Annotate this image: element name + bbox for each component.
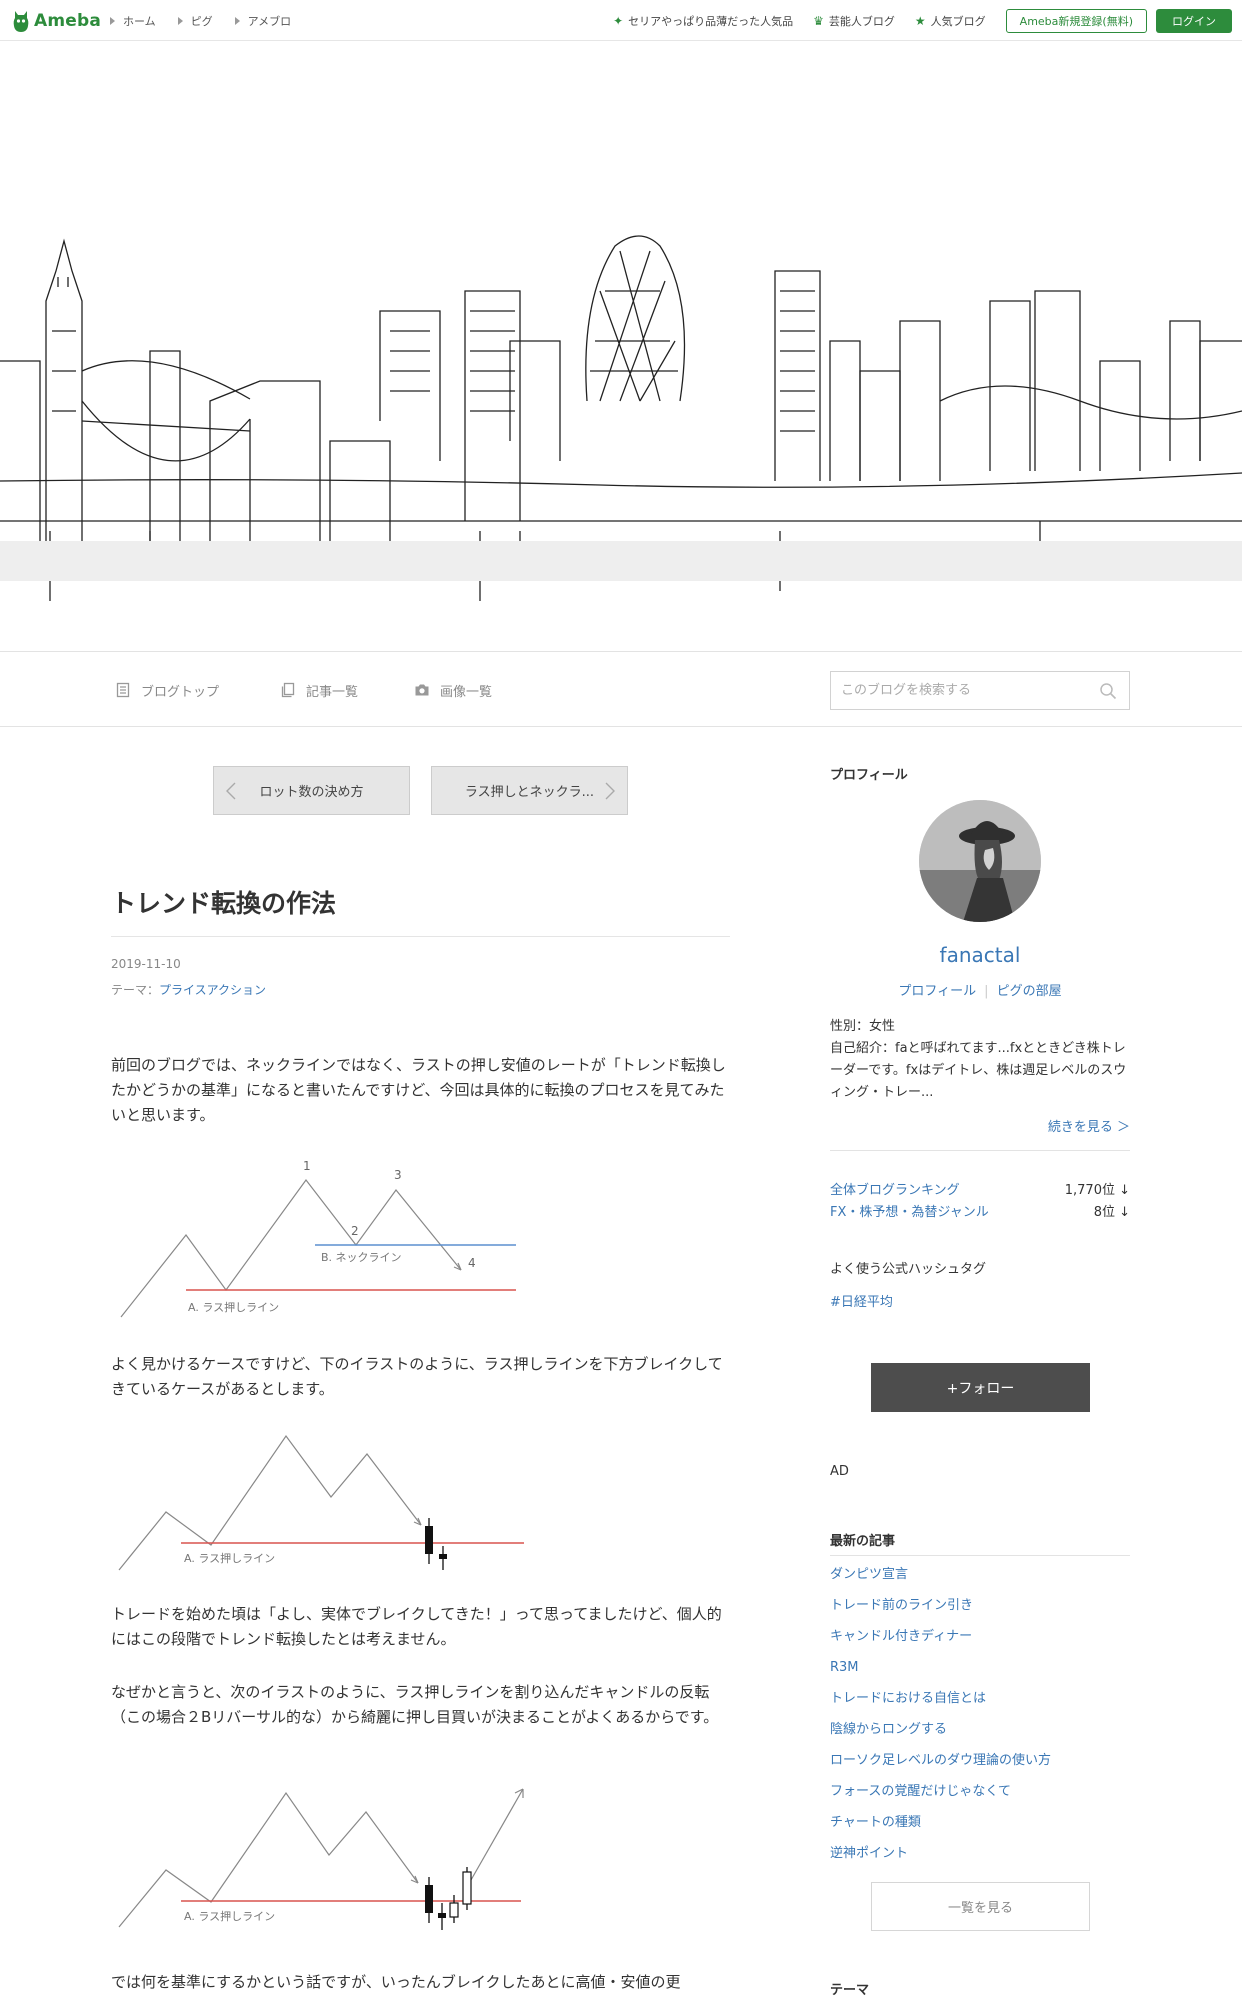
ranking-value: 8位 ↓ (1093, 1205, 1130, 1220)
wave-label-3: 3 (394, 1168, 402, 1182)
trend-diagram-3: A. ラス押しライン (118, 1788, 524, 1930)
caret-right-icon (234, 16, 240, 25)
popular-blog-link[interactable]: ★ 人気ブログ (915, 13, 986, 29)
profile-intro: 自己紹介：faと呼ばれてます...fxとときどき株トレーダーです。fxはデイトレ… (830, 1041, 1127, 1100)
ranking-name[interactable]: FX・株予想・為替ジャンル (830, 1201, 989, 1220)
article-paragraph: トレードを始めた頃は「よし、実体でブレイクしてきた！」って思ってましたけど、個人… (111, 1605, 722, 1648)
ameba-logo[interactable]: Ameba (12, 8, 101, 34)
profile-divider (830, 1150, 1130, 1151)
ad-label: AD (830, 1464, 849, 1479)
list-item[interactable]: トレードにおける自信とは (830, 1689, 1130, 1720)
profile-link[interactable]: プロフィール (898, 984, 976, 999)
profile-photo (919, 800, 1041, 922)
hashtag-link[interactable]: #日経平均 (830, 1291, 893, 1310)
camera-icon (415, 684, 429, 696)
last-low-label: A. ラス押しライン (184, 1909, 275, 1923)
see-all-button[interactable]: 一覧を見る (871, 1882, 1090, 1931)
hashtag-heading: よく使う公式ハッシュタグ (830, 1262, 987, 1277)
profile-gender: 性別：女性 (830, 1019, 896, 1034)
chevron-left-icon (226, 782, 236, 800)
article-paragraph: では何を基準にするかという話ですが、いったんブレイクしたあとに高値・安値の更 (111, 1973, 681, 1991)
profile-links: プロフィール | ピグの部屋 (898, 984, 1062, 999)
logo-text: Ameba (34, 11, 102, 31)
trending-link[interactable]: ✦ セリアやっぱり品薄だった人気品 (613, 13, 793, 29)
article-theme: テーマ：プライスアクション (111, 983, 267, 997)
recent-divider (830, 1555, 1130, 1556)
list-item[interactable]: ローソク足レベルのダウ理論の使い方 (830, 1751, 1130, 1782)
ranking-row: 全体ブログランキング 1,770位 ↓ (830, 1179, 1130, 1198)
nav-image-list[interactable]: 画像一覧 (414, 652, 492, 728)
follow-button[interactable]: +フォロー (871, 1363, 1090, 1412)
sparkle-icon: ✦ (613, 13, 624, 28)
article-paragraph: 前回のブログでは、ネックラインではなく、ラストの押し安値のレートが「トレンド転換… (111, 1056, 726, 1124)
document-icon (116, 682, 130, 698)
last-low-label: A. ラス押しライン (188, 1300, 279, 1314)
breadcrumb-pigg[interactable]: ピグ (177, 13, 213, 29)
list-item[interactable]: キャンドル付きディナー (830, 1627, 1130, 1658)
search-icon[interactable] (1099, 682, 1117, 700)
breadcrumb-home[interactable]: ホーム (110, 13, 156, 29)
copy-icon (281, 682, 295, 698)
chevron-right-icon (605, 782, 615, 800)
trend-diagram-2: A. ラス押しライン (118, 1434, 524, 1571)
trend-diagram-1: 1 2 3 4 B. ネックライン A. ラス押しライン (120, 1159, 516, 1318)
celebrity-blog-link[interactable]: ♛ 芸能人ブログ (813, 13, 895, 29)
prev-article-button[interactable]: ロット数の決め方 (213, 766, 410, 815)
title-divider (111, 936, 730, 937)
global-header: Ameba ホーム ピグ アメブロ ✦ セリアやっぱり品薄だった人気品 ♛ 芸能人ブ… (0, 0, 1242, 41)
blog-navigation: ブログトップ 記事一覧 画像一覧 (0, 651, 1242, 727)
list-item[interactable]: 逆神ポイント (830, 1844, 1130, 1875)
article-date: 2019-11-10 (111, 957, 181, 971)
article-paragraph: よく見かけるケースですけど、下のイラストのように、ラス押しラインを下方ブレイクし… (111, 1355, 723, 1398)
crown-icon: ♛ (813, 13, 824, 28)
login-button[interactable]: ログイン (1156, 8, 1232, 33)
profile-heading: プロフィール (830, 768, 908, 783)
breadcrumb: ホーム ピグ アメブロ (110, 0, 313, 41)
article-paragraph: なぜかと言うと、次のイラストのように、ラス押しラインを割り込んだキャンドルの反転… (111, 1683, 719, 1726)
breadcrumb-ameblo[interactable]: アメブロ (234, 13, 291, 29)
city-skyline-sketch (0, 235, 1242, 601)
pigg-room-link[interactable]: ピグの部屋 (997, 984, 1062, 999)
recent-articles-heading: 最新の記事 (830, 1534, 896, 1549)
ameba-mascot-icon (13, 11, 29, 32)
nav-article-list[interactable]: 記事一覧 (280, 652, 358, 728)
recent-articles-list: ダンピツ宣言 トレード前のライン引き キャンドル付きディナー R3M トレードに… (830, 1565, 1130, 1875)
list-item[interactable]: フォースの覚醒だけじゃなくて (830, 1782, 1130, 1813)
star-icon: ★ (914, 13, 926, 28)
list-item[interactable]: チャートの種類 (830, 1813, 1130, 1844)
next-article-button[interactable]: ラス押しとネックラ... (431, 766, 628, 815)
blog-search-input[interactable] (831, 672, 1081, 709)
avatar[interactable] (919, 800, 1041, 922)
blog-header-image (0, 41, 1242, 651)
blogger-name[interactable]: fanactal (830, 943, 1130, 967)
ranking-row: FX・株予想・為替ジャンル 8位 ↓ (830, 1201, 1130, 1220)
wave-label-2: 2 (351, 1224, 359, 1238)
list-item[interactable]: R3M (830, 1658, 1130, 1689)
article-title: トレンド転換の作法 (111, 889, 337, 918)
list-item[interactable]: ダンピツ宣言 (830, 1565, 1130, 1596)
caret-right-icon (177, 16, 183, 25)
ranking-value: 1,770位 ↓ (1064, 1183, 1130, 1198)
theme-heading: テーマ (830, 1983, 870, 1998)
theme-link[interactable]: プライスアクション (159, 983, 266, 997)
read-more-link[interactable]: 続きを見る ＞ (830, 1116, 1130, 1135)
nav-blog-top[interactable]: ブログトップ (115, 652, 219, 728)
last-low-label: A. ラス押しライン (184, 1551, 275, 1565)
ranking-name[interactable]: 全体ブログランキング (830, 1179, 960, 1198)
caret-right-icon (110, 16, 115, 25)
neckline-label: B. ネックライン (321, 1251, 402, 1264)
profile-summary: 性別：女性 自己紹介：faと呼ばれてます...fxとときどき株トレーダーです。f… (830, 1016, 1130, 1104)
blog-search (830, 671, 1130, 710)
list-item[interactable]: トレード前のライン引き (830, 1596, 1130, 1627)
header-links: ✦ セリアやっぱり品薄だった人気品 ♛ 芸能人ブログ ★ 人気ブログ Ameba新規登… (613, 0, 1232, 41)
list-item[interactable]: 陰線からロングする (830, 1720, 1130, 1751)
wave-label-1: 1 (303, 1159, 311, 1173)
wave-label-4: 4 (468, 1256, 476, 1270)
register-button[interactable]: Ameba新規登録(無料) (1005, 8, 1147, 33)
